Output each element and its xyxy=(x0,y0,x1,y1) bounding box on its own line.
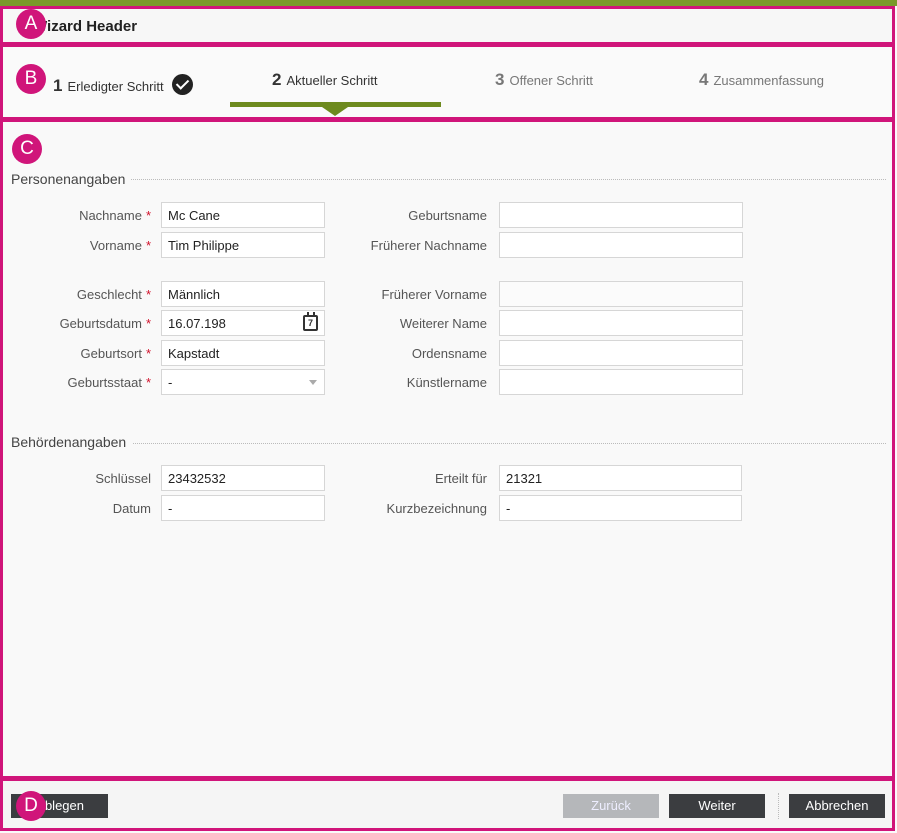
step-1[interactable]: 1 Erledigter Schritt xyxy=(53,70,193,96)
frueherer-nachname-input[interactable] xyxy=(499,232,743,258)
required-marker: * xyxy=(145,375,151,390)
wizard-window: Wizard Header A B 1 Erledigter Schritt 2… xyxy=(0,0,897,833)
label-frueherer-nachname: Früherer Nachname xyxy=(370,238,487,253)
geburtsstaat-value: - xyxy=(168,375,173,390)
label-geburtsdatum: Geburtsdatum * xyxy=(59,316,151,331)
section-divider xyxy=(11,443,886,444)
label-kuenstlername: Künstlername xyxy=(406,375,487,390)
nachname-input[interactable]: Mc Cane xyxy=(161,202,325,228)
label-frueherer-vorname: Früherer Vorname xyxy=(381,287,488,302)
step-number: 1 xyxy=(53,76,63,95)
vorname-input[interactable]: Tim Philippe xyxy=(161,232,325,258)
required-marker: * xyxy=(145,208,151,223)
label-ordensname: Ordensname xyxy=(411,346,487,361)
erteilt-fuer-input[interactable]: 21321 xyxy=(499,465,742,491)
badge-b: B xyxy=(16,64,46,94)
label-vorname: Vorname * xyxy=(89,238,151,253)
label-erteilt-fuer: Erteilt für xyxy=(434,471,487,486)
geburtsdatum-value: 16.07.198 xyxy=(168,316,226,331)
required-marker: * xyxy=(145,238,151,253)
chevron-down-icon xyxy=(309,380,317,385)
step-label: Erledigter Schritt xyxy=(67,79,164,94)
badge-a: A xyxy=(16,9,46,39)
label-weiterer-name: Weiterer Name xyxy=(399,316,487,331)
badge-d: D xyxy=(16,791,46,821)
active-step-arrow-icon xyxy=(322,107,348,116)
label-kurzbezeichnung: Kurzbezeichnung xyxy=(386,501,487,516)
kuenstlername-input[interactable] xyxy=(499,369,743,395)
required-marker: * xyxy=(145,287,151,302)
kurzbezeichnung-input[interactable]: - xyxy=(499,495,742,521)
section-divider xyxy=(11,179,886,180)
label-geburtsort: Geburtsort * xyxy=(80,346,151,361)
step-label: Offener Schritt xyxy=(509,73,594,88)
label-datum: Datum xyxy=(112,501,151,516)
ordensname-input[interactable] xyxy=(499,340,743,366)
required-marker: * xyxy=(145,316,151,331)
badge-c: C xyxy=(12,134,42,164)
geburtsname-input[interactable] xyxy=(499,202,743,228)
section-title-person: Personenangaben xyxy=(11,171,132,187)
zurueck-button[interactable]: Zurück xyxy=(563,794,659,818)
frueherer-vorname-input[interactable] xyxy=(499,281,743,307)
weiter-button[interactable]: Weiter xyxy=(669,794,765,818)
step-4[interactable]: 4 Zusammenfassung xyxy=(699,70,824,90)
step-number: 2 xyxy=(272,70,282,89)
label-nachname: Nachname * xyxy=(79,208,151,223)
section-title-authority: Behördenangaben xyxy=(11,434,133,450)
abbrechen-button[interactable]: Abbrechen xyxy=(789,794,885,818)
step-label: Zusammenfassung xyxy=(713,73,825,88)
label-geburtsname: Geburtsname xyxy=(408,208,487,223)
step-2[interactable]: 2 Aktueller Schritt xyxy=(272,70,378,90)
step-number: 4 xyxy=(699,70,709,89)
geburtsstaat-select[interactable]: - xyxy=(161,369,325,395)
datum-input[interactable]: - xyxy=(161,495,325,521)
wizard-title: Wizard Header xyxy=(33,18,138,35)
checkmark-icon xyxy=(171,74,193,95)
geburtsdatum-input[interactable]: 16.07.198 7 xyxy=(161,310,325,336)
calendar-icon[interactable]: 7 xyxy=(303,312,318,331)
step-label: Aktueller Schritt xyxy=(286,73,378,88)
step-number: 3 xyxy=(495,70,505,89)
required-marker: * xyxy=(145,346,151,361)
schluessel-input[interactable]: 23432532 xyxy=(161,465,325,491)
weiterer-name-input[interactable] xyxy=(499,310,743,336)
step-3[interactable]: 3 Offener Schritt xyxy=(495,70,593,90)
geburtsort-input[interactable]: Kapstadt xyxy=(161,340,325,366)
geschlecht-input[interactable]: Männlich xyxy=(161,281,325,307)
label-schluessel: Schlüssel xyxy=(95,471,151,486)
label-geschlecht: Geschlecht * xyxy=(76,287,151,302)
label-geburtsstaat: Geburtsstaat * xyxy=(67,375,152,390)
button-divider xyxy=(778,793,779,819)
